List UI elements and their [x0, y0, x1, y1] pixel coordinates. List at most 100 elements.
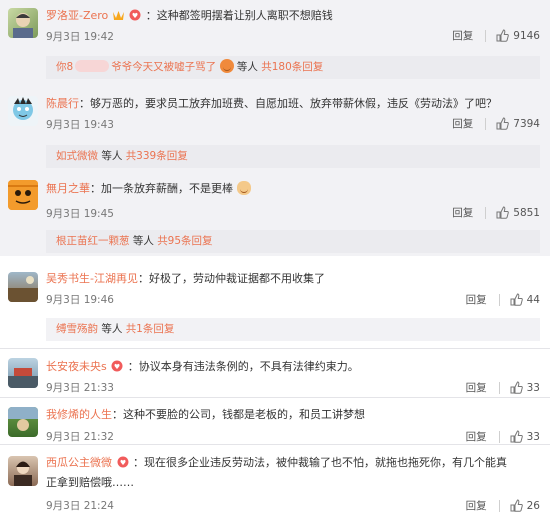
username-link[interactable]: 长安夜未央s	[46, 360, 107, 373]
username-link[interactable]: 無月之華	[46, 182, 90, 195]
svg-text:♥: ♥	[114, 363, 120, 371]
reply-user-link[interactable]: 缚雪殇韵	[56, 323, 98, 335]
reply-button[interactable]: 回复	[452, 205, 473, 220]
fan-badge-icon: ♥	[110, 360, 124, 376]
thumbs-up-icon[interactable]	[510, 499, 523, 512]
avatar[interactable]	[8, 8, 38, 38]
comment-panel-top: 罗洛亚-Zero ♥ ：这种都签明摆着让别人离职不想赔钱 9月3日 19:42 …	[0, 0, 550, 256]
reply-user-link-tail[interactable]: 爷爷今天又被嘘子骂了	[111, 61, 216, 73]
username-link[interactable]: 罗洛亚-Zero	[46, 9, 108, 22]
comment-actions: 回复 44	[466, 292, 540, 307]
fan-badge-icon: ♥	[116, 456, 130, 472]
avatar[interactable]	[8, 358, 38, 388]
divider	[498, 293, 500, 306]
reply-summary[interactable]: 根正苗红一颗葱 等人 共95条回复	[46, 230, 540, 253]
comment-time: 9月3日 19:43	[46, 119, 114, 131]
blurred-name	[75, 60, 110, 72]
like-count[interactable]: 33	[527, 431, 540, 443]
comment-text: ：加一条放弃薪酬，不是更棒	[90, 182, 233, 195]
comment-actions: 回复 7394	[452, 116, 540, 131]
like-count[interactable]: 7394	[513, 118, 540, 130]
reply-count-link[interactable]: 共95条回复	[157, 235, 212, 247]
reply-suffix: 等人	[101, 323, 123, 335]
reply-user-link[interactable]: 你8	[56, 61, 73, 73]
reply-suffix: 等人	[236, 61, 258, 73]
thumbs-up-icon[interactable]	[496, 29, 510, 42]
divider	[0, 444, 550, 445]
comment-text: ：够万恶的，要求员工放弃加班费、自愿加班、放弃带薪休假，违反《劳动法》了吧？	[79, 97, 497, 110]
reply-button[interactable]: 回复	[466, 498, 487, 513]
comment-line: 西瓜公主微微 ♥ ：现在很多企业违反劳动法，被仲裁输了也不怕，就拖也拖死你，有几…	[46, 455, 542, 472]
username-link[interactable]: 西瓜公主微微	[46, 456, 112, 469]
emoji-icon	[219, 59, 234, 73]
comment-line: 长安夜未央s ♥ ：协议本身有违法条例的，不具有法律约束力。	[46, 359, 542, 376]
divider	[498, 499, 500, 512]
reply-button[interactable]: 回复	[466, 292, 487, 307]
like-count[interactable]: 26	[527, 500, 540, 512]
thumbs-up-icon[interactable]	[510, 293, 523, 306]
comment-time: 9月3日 21:32	[46, 431, 114, 443]
divider	[498, 430, 500, 443]
comment-text: ：协议本身有违法条例的，不具有法律约束力。	[127, 360, 359, 373]
reply-count-link[interactable]: 共339条回复	[126, 150, 188, 162]
username-link[interactable]: 陈晨行	[46, 97, 79, 110]
comment-actions: 回复 26	[466, 498, 540, 513]
comment-time: 9月3日 19:46	[46, 294, 114, 306]
thumbs-up-icon[interactable]	[496, 117, 510, 130]
thumbs-up-icon[interactable]	[496, 206, 510, 219]
username-link[interactable]: 吴秀书生-江湖再见	[46, 272, 138, 285]
reply-user-link[interactable]: 如式微微	[56, 150, 98, 162]
vip-crown-icon	[112, 9, 125, 25]
avatar[interactable]	[8, 456, 38, 486]
divider	[485, 206, 487, 219]
like-count[interactable]: 44	[527, 294, 540, 306]
avatar[interactable]	[8, 96, 38, 126]
svg-text:♥: ♥	[132, 12, 138, 20]
comment-text: ：现在很多企业违反劳动法，被仲裁输了也不怕，就拖也拖死你，有几个能真	[133, 456, 507, 469]
comment-line: 我修烯的人生：这种不要脸的公司，钱都是老板的，和员工讲梦想	[46, 407, 542, 422]
comment-actions: 回复 5851	[452, 205, 540, 220]
reply-summary[interactable]: 你8 爷爷今天又被嘘子骂了 等人 共180条回复	[46, 56, 540, 79]
reply-count-link[interactable]: 共1条回复	[126, 323, 175, 335]
comment-actions: 回复 33	[466, 380, 540, 395]
like-count[interactable]: 33	[527, 382, 540, 394]
comment-line: 罗洛亚-Zero ♥ ：这种都签明摆着让别人离职不想赔钱	[46, 8, 542, 25]
divider	[498, 381, 500, 394]
comment-actions: 回复 33	[466, 429, 540, 444]
comment-text: ：这种都签明摆着让别人离职不想赔钱	[145, 9, 333, 22]
comment-time: 9月3日 21:24	[46, 500, 114, 512]
reply-suffix: 等人	[101, 150, 123, 162]
reply-button[interactable]: 回复	[452, 116, 473, 131]
comment-line: 吴秀书生-江湖再见：好极了，劳动仲裁证据都不用收集了	[46, 271, 542, 286]
divider	[485, 29, 487, 42]
reply-button[interactable]: 回复	[466, 380, 487, 395]
username-link[interactable]: 我修烯的人生	[46, 408, 112, 421]
comment-text: ：这种不要脸的公司，钱都是老板的，和员工讲梦想	[112, 408, 365, 421]
comment-text: ：好极了，劳动仲裁证据都不用收集了	[137, 272, 325, 285]
like-count[interactable]: 5851	[513, 207, 540, 219]
reply-summary[interactable]: 缚雪殇韵 等人 共1条回复	[46, 318, 540, 341]
avatar[interactable]	[8, 407, 38, 437]
comment-time: 9月3日 19:45	[46, 208, 114, 220]
thumbs-up-icon[interactable]	[510, 381, 523, 394]
reply-button[interactable]: 回复	[466, 429, 487, 444]
comment-panel-bottom: 吴秀书生-江湖再见：好极了，劳动仲裁证据都不用收集了 9月3日 19:46 回复…	[0, 260, 550, 524]
emoji-icon	[236, 181, 251, 195]
comment-time: 9月3日 19:42	[46, 31, 114, 43]
avatar[interactable]	[8, 272, 38, 302]
reply-summary[interactable]: 如式微微 等人 共339条回复	[46, 145, 540, 168]
divider	[485, 117, 487, 130]
divider	[0, 397, 550, 398]
fan-badge-icon: ♥	[128, 9, 142, 25]
reply-count-link[interactable]: 共180条回复	[261, 61, 323, 73]
avatar[interactable]	[8, 180, 38, 210]
comment-line: 無月之華：加一条放弃薪酬，不是更棒	[46, 181, 542, 196]
reply-suffix: 等人	[132, 235, 154, 247]
thumbs-up-icon[interactable]	[510, 430, 523, 443]
reply-button[interactable]: 回复	[452, 28, 473, 43]
like-count[interactable]: 9146	[513, 30, 540, 42]
comment-text-continued: 正拿到赔偿哦……	[46, 476, 134, 489]
svg-text:♥: ♥	[119, 459, 125, 467]
divider	[0, 348, 550, 349]
reply-user-link[interactable]: 根正苗红一颗葱	[56, 235, 130, 247]
